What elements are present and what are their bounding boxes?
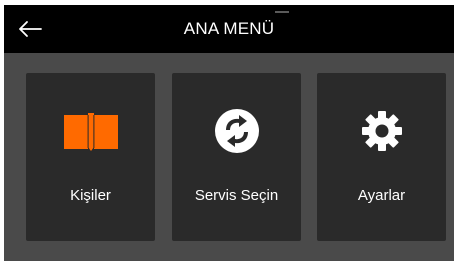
tile-contacts[interactable]: Kişiler [26, 73, 155, 241]
tile-settings[interactable]: Ayarlar [317, 73, 446, 241]
book-icon [26, 107, 155, 155]
menu-tiles: Kişiler Servis Seçin Ayarlar [26, 73, 446, 241]
tile-label: Servis Seçin [194, 187, 279, 204]
main-menu-screen: ANA MENÜ Kişiler Servis Seçin Ayarlar [4, 5, 454, 261]
header-bar: ANA MENÜ [4, 5, 454, 53]
gear-icon [317, 107, 446, 155]
service-switch-icon [172, 107, 301, 155]
header-divider [275, 11, 289, 13]
tile-label: Kişiler [70, 187, 111, 204]
page-title: ANA MENÜ [183, 19, 275, 38]
tile-select-service[interactable]: Servis Seçin [172, 73, 301, 241]
tile-label: Ayarlar [357, 187, 406, 204]
